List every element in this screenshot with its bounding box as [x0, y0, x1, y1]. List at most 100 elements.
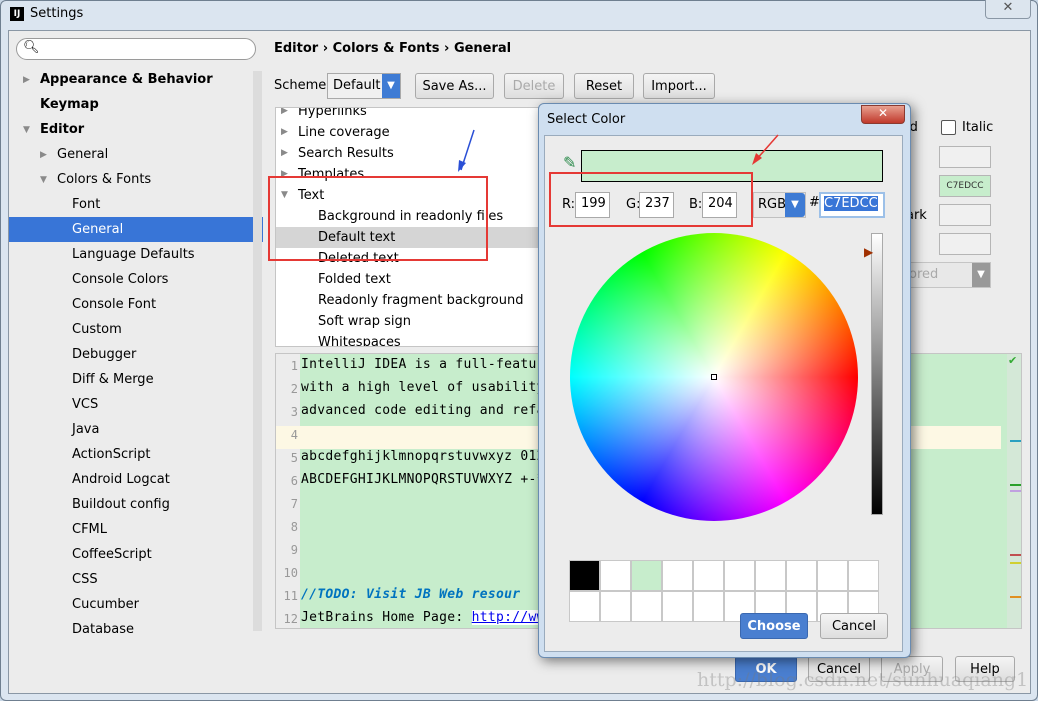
chevron-right-icon[interactable]: ▶: [281, 108, 288, 116]
sidebar-item[interactable]: VCS: [72, 392, 98, 417]
sidebar-item[interactable]: Language Defaults: [72, 242, 195, 267]
color-swatch[interactable]: [693, 591, 724, 622]
code-line: JetBrains Home Page: http://ww: [301, 610, 545, 625]
sidebar-item[interactable]: Database: [72, 617, 134, 642]
sidebar-item[interactable]: Debugger: [72, 342, 136, 367]
sidebar-item[interactable]: Buildout config: [72, 492, 170, 517]
sidebar-item[interactable]: Editor: [40, 117, 84, 142]
code-text: //TODO: Visit JB Web resour: [301, 587, 521, 602]
color-swatch[interactable]: [755, 560, 786, 591]
chevron-right-icon[interactable]: ▶: [40, 150, 47, 160]
tree-item[interactable]: Readonly fragment background: [318, 290, 523, 311]
line-number: 9: [290, 543, 298, 557]
scheme-label: Scheme:: [274, 78, 331, 93]
chevron-down-icon: ▼: [382, 74, 400, 98]
dialog-close-button[interactable]: ✕: [861, 105, 905, 124]
tree-item[interactable]: Search Results: [298, 143, 394, 164]
line-number: 7: [290, 497, 298, 511]
sidebar-item[interactable]: CFML: [72, 517, 107, 542]
sidebar-item[interactable]: Keymap: [40, 92, 99, 117]
background-color-box[interactable]: C7EDCC: [939, 175, 991, 197]
import-button[interactable]: Import...: [643, 73, 715, 99]
color-swatch[interactable]: [724, 560, 755, 591]
line-number: 10: [283, 566, 298, 580]
sidebar-item[interactable]: Java: [72, 417, 99, 442]
color-swatch[interactable]: [600, 591, 631, 622]
tree-item[interactable]: Soft wrap sign: [318, 311, 411, 332]
sidebar-search-input[interactable]: 🔍︎: [16, 38, 256, 60]
color-mode-select[interactable]: RGB ▼: [753, 192, 806, 218]
dialog-cancel-button[interactable]: Cancel: [820, 613, 888, 639]
color-swatch[interactable]: [631, 560, 662, 591]
sidebar-item[interactable]: Diff & Merge: [72, 367, 154, 392]
color-swatch[interactable]: [631, 591, 662, 622]
error-stripe-mark[interactable]: [1010, 562, 1021, 564]
breadcrumb-separator: ›: [322, 41, 329, 56]
breadcrumb-separator: ›: [444, 41, 450, 56]
error-stripe-color-box[interactable]: [939, 204, 991, 226]
error-stripe-mark[interactable]: [1010, 484, 1021, 486]
sidebar-item[interactable]: General: [57, 142, 108, 167]
sidebar-scrollbar[interactable]: [253, 71, 262, 631]
sidebar-item[interactable]: ActionScript: [72, 442, 150, 467]
sidebar-item[interactable]: Android Logcat: [72, 467, 170, 492]
color-swatch[interactable]: [569, 560, 600, 591]
code-link[interactable]: http://ww: [471, 610, 545, 625]
scheme-select[interactable]: Default ▼: [327, 73, 401, 99]
color-swatch[interactable]: [600, 560, 631, 591]
brightness-slider-handle[interactable]: ▶: [864, 245, 873, 259]
line-number: 12: [283, 612, 298, 626]
sidebar-item[interactable]: CSS: [72, 567, 98, 592]
foreground-color-box[interactable]: [939, 146, 991, 168]
sidebar-item[interactable]: Custom: [72, 317, 122, 342]
choose-button[interactable]: Choose: [740, 613, 808, 639]
code-text: JetBrains Home Page:: [301, 610, 472, 625]
sidebar-item[interactable]: Cucumber: [72, 592, 139, 617]
chevron-right-icon[interactable]: ▶: [281, 127, 288, 137]
error-stripe-mark[interactable]: [1010, 554, 1021, 556]
chevron-down-icon[interactable]: ▼: [40, 175, 47, 185]
chevron-down-icon[interactable]: ▼: [23, 125, 30, 135]
window-close-button[interactable]: ✕: [985, 0, 1031, 19]
sidebar-item[interactable]: General: [72, 217, 123, 242]
color-wheel[interactable]: [570, 233, 858, 521]
tree-item[interactable]: Hyperlinks: [298, 108, 367, 122]
chevron-right-icon[interactable]: ▶: [281, 148, 288, 158]
italic-checkbox[interactable]: [941, 120, 956, 135]
preview-scrollbar[interactable]: ✔: [1007, 354, 1021, 628]
sidebar-item[interactable]: Appearance & Behavior: [40, 67, 213, 92]
effect-color-box[interactable]: [939, 233, 991, 255]
sidebar-item[interactable]: CoffeeScript: [72, 542, 152, 567]
color-swatch[interactable]: [786, 560, 817, 591]
effect-type-select[interactable]: ored ▼: [906, 262, 991, 288]
error-stripe-mark[interactable]: [1010, 490, 1021, 492]
annotation-box-rgb: [549, 172, 753, 227]
error-stripe-mark[interactable]: [1010, 596, 1021, 598]
color-wheel-cursor[interactable]: [711, 374, 717, 380]
brightness-slider[interactable]: [871, 233, 883, 515]
sidebar-item[interactable]: Console Font: [72, 292, 156, 317]
breadcrumb-item[interactable]: Colors & Fonts: [333, 41, 440, 56]
delete-button[interactable]: Delete: [504, 73, 564, 99]
breadcrumb-item[interactable]: Editor: [274, 41, 318, 56]
color-swatch[interactable]: [848, 560, 879, 591]
color-swatch[interactable]: [662, 560, 693, 591]
tree-item[interactable]: Folded text: [318, 269, 391, 290]
code-line: abcdefghijklmnopqrstuvwxyz 012: [301, 449, 545, 464]
reset-button[interactable]: Reset: [574, 73, 634, 99]
breadcrumb: Editor › Colors & Fonts › General: [274, 41, 511, 56]
eyedropper-icon[interactable]: ✎: [563, 153, 576, 172]
chevron-right-icon[interactable]: ▶: [23, 75, 30, 85]
color-swatch[interactable]: [662, 591, 693, 622]
tree-item[interactable]: Line coverage: [298, 122, 390, 143]
hex-input[interactable]: C7EDCC: [819, 192, 885, 218]
save-as-button[interactable]: Save As...: [415, 73, 494, 99]
sidebar-item[interactable]: Colors & Fonts: [57, 167, 151, 192]
color-swatch[interactable]: [693, 560, 724, 591]
sidebar-item[interactable]: Console Colors: [72, 267, 168, 292]
color-swatch[interactable]: [817, 560, 848, 591]
tree-item[interactable]: Whitespaces: [318, 332, 401, 346]
sidebar-item[interactable]: Font: [72, 192, 100, 217]
color-swatch[interactable]: [569, 591, 600, 622]
error-stripe-mark[interactable]: [1010, 440, 1021, 442]
